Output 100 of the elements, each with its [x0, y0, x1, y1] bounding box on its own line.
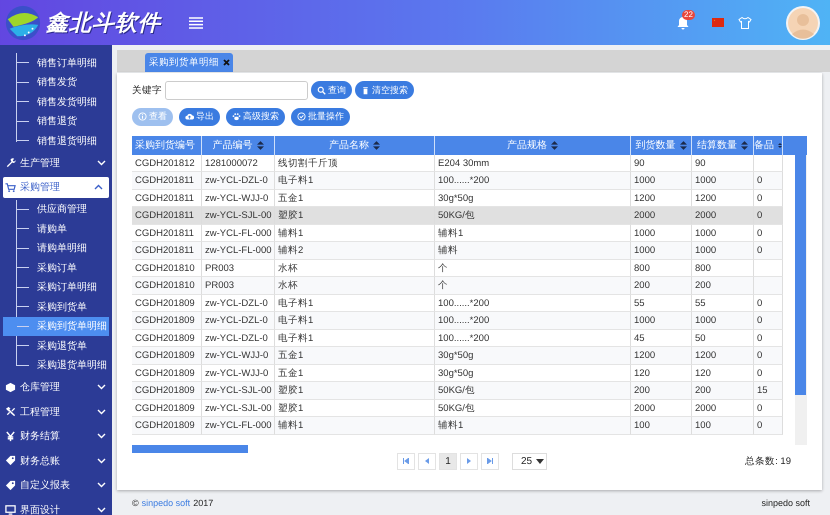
sidebar-item[interactable]: 采购订单 [3, 258, 109, 278]
cube-icon [5, 382, 16, 393]
tab[interactable]: 采购到货单明细 [145, 52, 233, 72]
sidebar-item[interactable]: 采购退货单明细 [3, 356, 109, 375]
column-header[interactable]: 备品 [754, 136, 783, 155]
chevron-icon [97, 482, 106, 488]
shirt-icon[interactable] [738, 16, 752, 28]
table-cell: zw-YCL-SJL-00 [202, 207, 275, 225]
table-cell: zw-YCL-FL-000 [202, 242, 275, 260]
sidebar-item[interactable]: 销售发货明细 [3, 92, 109, 112]
company-link[interactable]: sinpedo soft [142, 498, 190, 508]
notification-badge: 22 [682, 10, 695, 20]
table-cell: 塑胶1 [275, 207, 435, 225]
table-cell: CGDH201809 [132, 312, 202, 330]
table-cell [754, 277, 783, 295]
sidebar-item[interactable]: 采购退货单 [3, 336, 109, 356]
table-cell: zw-YCL-FL-000 [202, 417, 275, 435]
chevron-icon [97, 160, 106, 166]
sort-icon[interactable] [680, 140, 686, 150]
table-cell: CGDH201811 [132, 242, 202, 260]
sidebar-item[interactable]: 供应商管理 [3, 200, 109, 219]
table-cell: 1000 [692, 312, 754, 330]
table-cell: CGDH201811 [132, 172, 202, 190]
avatar[interactable] [786, 6, 820, 40]
previous-page-button[interactable] [418, 452, 436, 470]
table-cell: 50KG/包 [435, 382, 631, 400]
search-button[interactable]: 查询 [311, 81, 352, 100]
advanced-search-button[interactable]: 高级搜索 [226, 108, 285, 126]
column-header[interactable]: 采购到货编号 [132, 136, 202, 155]
scrollbar-thumb[interactable] [795, 154, 806, 395]
batch-button[interactable]: 批量操作 [291, 108, 350, 126]
chevron-icon [97, 458, 106, 464]
table-cell: 0 [754, 207, 783, 225]
next-page-button[interactable] [460, 452, 478, 470]
table-cell: 0 [754, 417, 783, 435]
sort-icon[interactable] [741, 140, 748, 150]
copyright-year: 2017 [193, 498, 214, 508]
page-size-select[interactable]: 25 [512, 452, 548, 470]
total-count: 总条数: 19 [745, 454, 791, 468]
sidebar-group[interactable]: 仓库管理 [0, 375, 112, 400]
table-cell: 2000 [692, 207, 754, 225]
cart-icon [5, 182, 16, 192]
sidebar-item[interactable]: 销售退货 [3, 112, 109, 131]
caret-icon [536, 458, 544, 464]
sidebar-item[interactable]: 请购单明细 [3, 238, 109, 258]
wrench-icon [5, 157, 16, 168]
sidebar-group[interactable]: 财务总账 [0, 448, 112, 473]
sidebar-group[interactable]: 自定义报表 [0, 473, 112, 498]
menu-icon[interactable] [189, 16, 203, 28]
sidebar-item[interactable]: 采购到货单 [3, 297, 109, 316]
sidebar-group[interactable]: 生产管理 [0, 150, 112, 175]
first-page-button[interactable] [397, 452, 415, 470]
sidebar-group[interactable]: 工程管理 [0, 400, 112, 424]
clear-search-button[interactable]: 清空搜索 [355, 81, 414, 100]
table-cell: 辅料2 [275, 242, 435, 260]
table-cell: 辅料 [435, 242, 631, 260]
close-icon[interactable] [223, 58, 230, 66]
sort-icon[interactable] [373, 140, 380, 150]
info-icon [138, 112, 147, 122]
next-icon [466, 458, 472, 464]
table-cell: 200 [631, 277, 692, 295]
sidebar-item[interactable]: 销售订单明细 [3, 53, 109, 72]
table-cell: CGDH201810 [132, 277, 202, 295]
paw-icon [232, 112, 241, 122]
keyword-field[interactable] [165, 80, 308, 100]
sidebar-item[interactable]: 销售发货 [3, 72, 109, 92]
logo-icon [4, 4, 42, 42]
table-cell: 1200 [631, 347, 692, 365]
table-cell: CGDH201809 [132, 382, 202, 400]
table-cell: 1200 [692, 347, 754, 365]
table-cell: zw-YCL-SJL-00 [202, 382, 275, 400]
table-cell: 辅料1 [435, 417, 631, 435]
table-cell: 200 [692, 382, 754, 400]
sidebar-item[interactable]: 采购订单明细 [3, 278, 109, 297]
page-button[interactable]: 1 [439, 452, 457, 470]
table-cell: 2000 [631, 207, 692, 225]
last-page-button[interactable] [481, 452, 499, 470]
sidebar-group[interactable]: 采购管理 [3, 176, 109, 198]
yen-icon [5, 430, 16, 442]
sidebar-item[interactable]: 请购单 [3, 219, 109, 238]
table-cell: 15 [754, 382, 783, 400]
tools-icon [5, 406, 16, 418]
table-cell: 电子料1 [275, 312, 435, 330]
sort-icon[interactable] [778, 140, 782, 150]
sidebar-group[interactable]: 财务结算 [0, 424, 112, 448]
table-cell: 100......*200 [435, 312, 631, 330]
bell-icon[interactable] [676, 16, 690, 30]
sidebar-item[interactable]: 销售退货明细 [3, 131, 109, 150]
first-page-icon [403, 458, 409, 464]
sort-icon[interactable] [551, 140, 558, 150]
table-cell: 1000 [631, 172, 692, 190]
chevron-icon [97, 408, 106, 415]
footer-brand: sinpedo soft [761, 498, 810, 508]
last-page-icon [487, 458, 493, 464]
table-cell: 100......*200 [435, 172, 631, 190]
sort-icon[interactable] [256, 140, 264, 150]
table-cell: 100 [692, 417, 754, 435]
previous-icon [424, 458, 430, 464]
export-button[interactable]: 导出 [179, 108, 220, 126]
sidebar-group[interactable]: 界面设计 [0, 498, 112, 515]
